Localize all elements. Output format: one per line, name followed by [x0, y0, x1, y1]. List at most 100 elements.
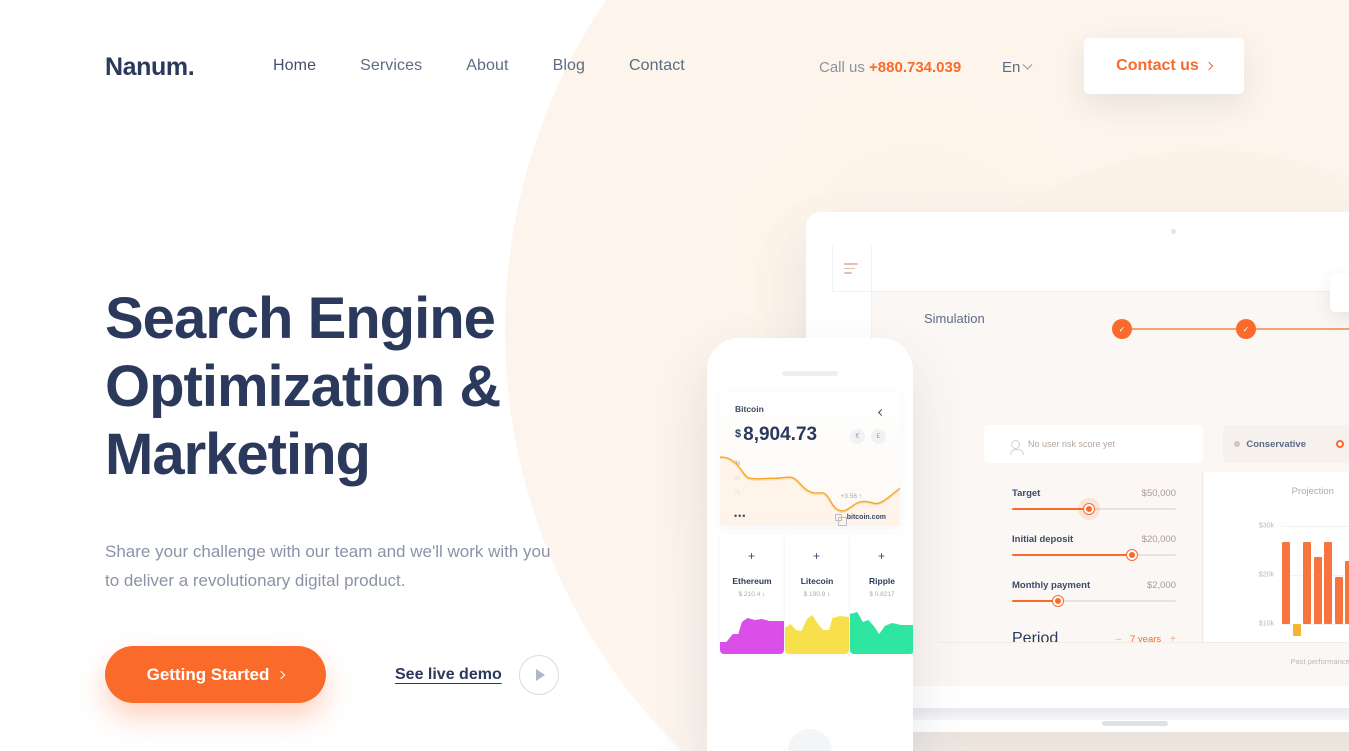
status-dot-icon [1234, 441, 1241, 447]
page-title: Search Engine Optimization & Marketing [105, 285, 665, 489]
field-target-value: $50,000 [1141, 488, 1176, 499]
coin-sparkline [720, 618, 784, 654]
see-live-demo-link[interactable]: See live demo [395, 666, 502, 684]
slider-fill [1012, 600, 1057, 602]
coin-cards: + Ethereum $ 210.4 ↓ + Litecoin $ 190.9 … [720, 534, 913, 654]
dashboard-body: Simulation ✓ ✓ Step 3 Simulation No user… [872, 274, 1349, 732]
status-dot-icon [1336, 440, 1345, 448]
hero-section: Search Engine Optimization & Marketing S… [105, 285, 665, 703]
play-button[interactable] [518, 654, 559, 695]
slider-handle[interactable] [1126, 550, 1137, 560]
field-monthly-payment-label: Monthly payment [1012, 580, 1091, 591]
coin-card-price: $ 190.9 ↓ [785, 591, 849, 598]
tooltip-step-label: Simulation [1330, 292, 1349, 303]
main-navigation: Home Services About Blog Contact [273, 57, 685, 75]
copy-icon [834, 514, 847, 526]
field-monthly-payment-value: $2,000 [1146, 580, 1176, 591]
phone-mockup: Bitcoin $8,904.73 € £ 9k 8k 7k +3.56 ↑ •… [707, 338, 913, 751]
mode-conservative[interactable]: Conservative [1223, 425, 1317, 463]
field-initial-deposit: Initial deposit $20,000 [1012, 534, 1176, 560]
more-options-icon[interactable]: ••• [734, 511, 746, 521]
logo[interactable]: Nanum. [105, 53, 195, 82]
mode-balanced[interactable]: Balanced [1317, 425, 1349, 463]
hero-subtitle-line-2: to deliver a revolutionary digital produ… [105, 571, 406, 590]
currency-eur-button[interactable]: € [850, 429, 865, 444]
user-icon [1010, 439, 1024, 455]
coin-card-name: Ripple [869, 576, 895, 586]
coin-card-price-value: $ 0.8217 [869, 591, 895, 598]
field-target-label: Target [1012, 488, 1041, 499]
currency-gbp-button[interactable]: £ [871, 429, 886, 444]
nav-item-home[interactable]: Home [273, 57, 316, 75]
add-icon[interactable]: + [813, 550, 820, 562]
laptop-notch [1102, 721, 1168, 726]
monthly-payment-slider[interactable] [1012, 596, 1176, 606]
back-button[interactable] [877, 402, 886, 420]
target-slider[interactable] [1012, 504, 1176, 514]
step-1[interactable]: ✓ [1112, 319, 1132, 339]
hero-cta-row: Getting Started See live demo [105, 646, 665, 703]
y-tick-label-30k: $30k [1258, 522, 1274, 530]
coin-card-litecoin[interactable]: + Litecoin $ 190.9 ↓ [785, 534, 849, 654]
contact-us-label: Contact us [1116, 57, 1199, 74]
risk-score-field[interactable]: No user risk score yet [984, 425, 1203, 463]
add-icon[interactable]: + [878, 550, 885, 562]
chart-bar [1313, 557, 1322, 624]
coin-card-ethereum[interactable]: + Ethereum $ 210.4 ↓ [720, 534, 784, 654]
step-2[interactable]: ✓ [1236, 319, 1256, 339]
nav-item-services[interactable]: Services [360, 57, 422, 75]
chart-bar [1324, 542, 1333, 624]
coin-card-name: Ethereum [732, 576, 772, 586]
hero-subtitle: Share your challenge with our team and w… [105, 537, 635, 595]
field-target: Target $50,000 [1012, 488, 1176, 514]
language-selector[interactable]: En [1002, 59, 1033, 76]
coin-card-trend-icon: ↓ [827, 591, 831, 598]
getting-started-button[interactable]: Getting Started [105, 646, 326, 703]
coin-price-value: 8,904.73 [743, 424, 818, 445]
chevron-right-icon [277, 670, 286, 679]
webcam-dot-icon [1171, 229, 1176, 234]
contact-us-button[interactable]: Contact us [1084, 38, 1244, 94]
coin-price: $8,904.73 [735, 424, 817, 446]
field-monthly-payment: Monthly payment $2,000 [1012, 580, 1176, 606]
y-tick-label-10k: $10k [1258, 620, 1274, 628]
hero-title-line-3: Marketing [105, 422, 371, 487]
chart-bar [1334, 576, 1343, 624]
nav-item-blog[interactable]: Blog [553, 57, 585, 75]
mode-conservative-label: Conservative [1246, 438, 1306, 450]
demo-group: See live demo [395, 654, 559, 695]
chevron-right-icon [1204, 61, 1214, 71]
call-us-label: Call us [819, 59, 865, 76]
simulation-section-title: Simulation [924, 311, 985, 326]
dashboard-topbar: CA New House [832, 246, 1349, 309]
phone-home-button[interactable] [788, 729, 832, 751]
disclaimer-text: Past performance does not guarantee futu… [1290, 657, 1349, 666]
risk-score-text: No user risk score yet [1028, 439, 1116, 449]
risk-mode-selector: Conservative Balanced Aggressive [1223, 425, 1349, 463]
phone-speaker [782, 371, 838, 376]
hero-title-line-1: Search Engine [105, 286, 496, 351]
hero-subtitle-line-1: Share your challenge with our team and w… [105, 542, 551, 561]
play-icon [535, 668, 545, 681]
coin-name: Bitcoin [735, 404, 764, 414]
initial-deposit-slider[interactable] [1012, 550, 1176, 560]
chart-tabs: Projection Perfomance [1292, 486, 1349, 506]
nav-item-about[interactable]: About [466, 57, 508, 75]
currency-symbol: $ [735, 428, 742, 440]
slider-handle[interactable] [1084, 504, 1095, 514]
chevron-left-icon [877, 408, 886, 417]
getting-started-label: Getting Started [146, 664, 270, 684]
coin-card-price-value: $ 210.4 [738, 591, 761, 598]
nav-item-contact[interactable]: Contact [629, 57, 685, 75]
slider-handle[interactable] [1053, 596, 1063, 606]
tab-projection[interactable]: Projection [1292, 486, 1334, 506]
coin-card-trend-icon: ↓ [762, 591, 766, 598]
phone-number[interactable]: +880.734.039 [869, 59, 961, 76]
currency-toggle-group: € £ [850, 429, 886, 444]
chart-bar [1282, 542, 1290, 624]
coin-card-ripple[interactable]: + Ripple $ 0.8217 [850, 534, 913, 654]
hamburger-menu-icon[interactable] [844, 263, 858, 277]
add-icon[interactable]: + [748, 550, 755, 562]
chart-bar [1345, 560, 1349, 624]
coin-card-price: $ 0.8217 [850, 591, 913, 598]
